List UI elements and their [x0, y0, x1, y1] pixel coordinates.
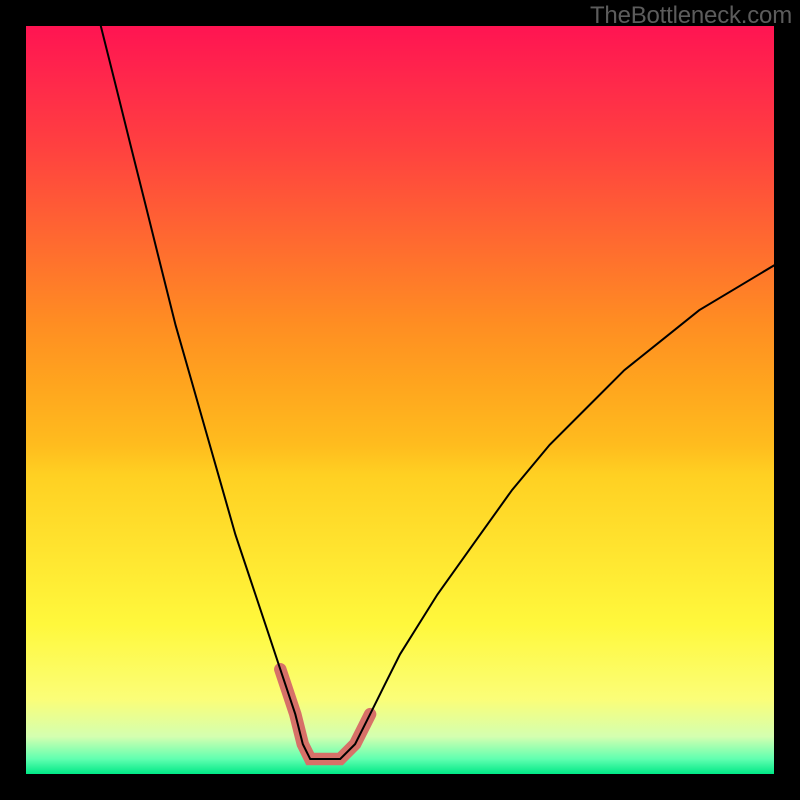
highlight-band — [280, 669, 370, 759]
plot-area — [26, 26, 774, 774]
bottleneck-curve — [101, 26, 774, 759]
curve-svg — [26, 26, 774, 774]
